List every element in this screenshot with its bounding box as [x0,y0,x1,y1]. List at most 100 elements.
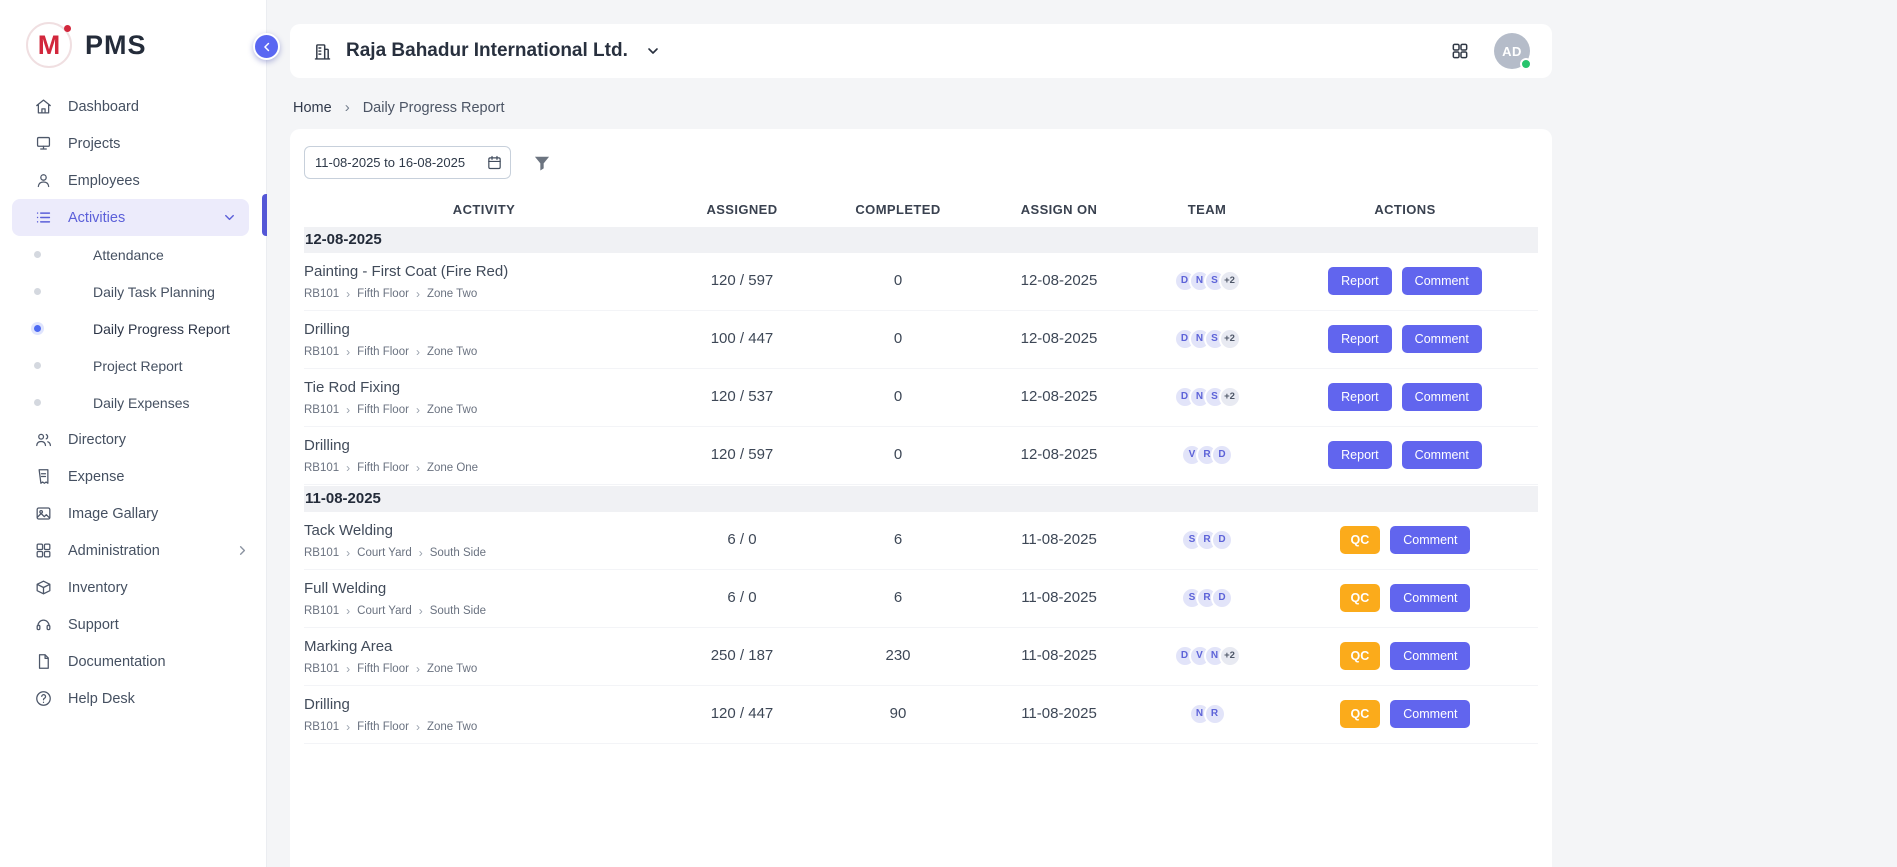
completed-value: 6 [820,520,976,559]
location-segment: Zone Two [427,404,477,416]
sidebar-subitem-daily-expenses[interactable]: Daily Expenses [0,384,266,421]
assign-on-value: 11-08-2025 [976,578,1142,617]
content-card: ACTIVITY ASSIGNED COMPLETED ASSIGN ON TE… [290,129,1552,867]
team-avatars: D N S +2 [1142,377,1272,416]
completed-value: 0 [820,319,976,358]
subitem-label: Project Report [93,358,182,374]
team-extra-badge: +2 [1219,386,1241,408]
comment-button[interactable]: Comment [1402,441,1482,469]
activity-cell: Painting - First Coat (Fire Red) RB101› … [304,261,664,300]
row-actions: QC Comment [1272,694,1538,733]
activity-title: Full Welding [304,578,664,597]
bullet-icon [34,288,41,295]
user-menu[interactable]: AD [1494,33,1530,69]
sidebar-item-inventory[interactable]: Inventory [0,569,266,606]
chevron-right-icon: › [416,462,420,474]
chevron-right-icon: › [346,663,350,675]
sidebar-item-label: Help Desk [68,691,135,707]
chevron-down-icon [222,210,237,225]
chevron-right-icon: › [416,346,420,358]
comment-button[interactable]: Comment [1402,383,1482,411]
report-button[interactable]: Report [1328,325,1392,353]
comment-button[interactable]: Comment [1390,526,1470,554]
report-button[interactable]: Report [1328,267,1392,295]
assign-on-value: 12-08-2025 [976,377,1142,416]
activity-location: RB101› Fifth Floor› Zone Two [304,721,664,733]
team-avatars: D N S +2 [1142,261,1272,300]
location-segment: RB101 [304,462,339,474]
projects-icon [34,134,53,153]
sidebar-item-expense[interactable]: Expense [0,458,266,495]
row-actions: QC Comment [1272,578,1538,617]
company-selector[interactable]: Raja Bahadur International Ltd. [312,40,661,62]
sidebar-item-label: Support [68,617,119,633]
column-actions: ACTIONS [1272,202,1538,217]
topbar: Raja Bahadur International Ltd. AD [290,24,1552,78]
activity-location: RB101› Fifth Floor› Zone One [304,462,664,474]
location-segment: RB101 [304,663,339,675]
main-area: Raja Bahadur International Ltd. AD Home … [267,0,1897,867]
report-button[interactable]: Report [1328,383,1392,411]
sidebar-subitem-project-report[interactable]: Project Report [0,347,266,384]
sidebar-item-documentation[interactable]: Documentation [0,643,266,680]
activity-location: RB101› Fifth Floor› Zone Two [304,288,664,300]
chevron-right-icon: › [346,404,350,416]
sidebar-item-dashboard[interactable]: Dashboard [0,88,266,125]
team-avatars: V R D [1142,435,1272,474]
row-actions: QC Comment [1272,520,1538,559]
team-avatar: D [1211,587,1233,609]
box-icon [34,578,53,597]
sidebar-collapse-button[interactable] [253,33,280,60]
image-icon [34,504,53,523]
activity-location: RB101› Fifth Floor› Zone Two [304,346,664,358]
apps-grid-icon[interactable] [1450,41,1470,61]
row-actions: Report Comment [1272,435,1538,474]
sidebar-item-label: Directory [68,432,126,448]
assign-on-value: 11-08-2025 [976,520,1142,559]
sidebar-nav: Dashboard Projects Employees Activities [0,84,266,717]
sidebar-item-directory[interactable]: Directory [0,421,266,458]
sidebar-item-employees[interactable]: Employees [0,162,266,199]
date-range-input[interactable] [304,146,511,179]
sidebar-item-label: Expense [68,469,124,485]
report-button[interactable]: Report [1328,441,1392,469]
assigned-value: 120 / 447 [664,694,820,733]
activity-cell: Drilling RB101› Fifth Floor› Zone One [304,435,664,474]
qc-button[interactable]: QC [1340,526,1381,554]
activity-title: Marking Area [304,636,664,655]
comment-button[interactable]: Comment [1390,584,1470,612]
comment-button[interactable]: Comment [1402,267,1482,295]
sidebar: M PMS Dashboard Projects Employees [0,0,267,867]
qc-button[interactable]: QC [1340,584,1381,612]
assign-on-value: 11-08-2025 [976,636,1142,675]
sidebar-item-activities[interactable]: Activities [12,199,249,236]
table-row: Marking Area RB101› Fifth Floor› Zone Tw… [304,628,1538,686]
comment-button[interactable]: Comment [1390,700,1470,728]
sidebar-subitem-daily-task-planning[interactable]: Daily Task Planning [0,273,266,310]
comment-button[interactable]: Comment [1390,642,1470,670]
assigned-value: 120 / 597 [664,261,820,300]
filter-funnel-icon[interactable] [532,153,552,173]
comment-button[interactable]: Comment [1402,325,1482,353]
building-icon [312,41,333,62]
row-actions: Report Comment [1272,377,1538,416]
subitem-label: Attendance [93,247,164,263]
sidebar-item-projects[interactable]: Projects [0,125,266,162]
chevron-right-icon: › [416,721,420,733]
location-segment: Zone Two [427,346,477,358]
app-name: PMS [85,30,147,61]
activity-cell: Drilling RB101› Fifth Floor› Zone Two [304,319,664,358]
sidebar-item-image-gallary[interactable]: Image Gallary [0,495,266,532]
sidebar-subitem-daily-progress-report[interactable]: Daily Progress Report [0,310,266,347]
qc-button[interactable]: QC [1340,700,1381,728]
sidebar-item-support[interactable]: Support [0,606,266,643]
activity-title: Drilling [304,694,664,713]
qc-button[interactable]: QC [1340,642,1381,670]
sidebar-item-help-desk[interactable]: Help Desk [0,680,266,717]
sidebar-subitem-attendance[interactable]: Attendance [0,236,266,273]
breadcrumb-home[interactable]: Home [293,100,332,116]
sidebar-item-administration[interactable]: Administration [0,532,266,569]
activity-title: Drilling [304,319,664,338]
chevron-right-icon: › [345,99,350,116]
chevron-right-icon: › [346,547,350,559]
